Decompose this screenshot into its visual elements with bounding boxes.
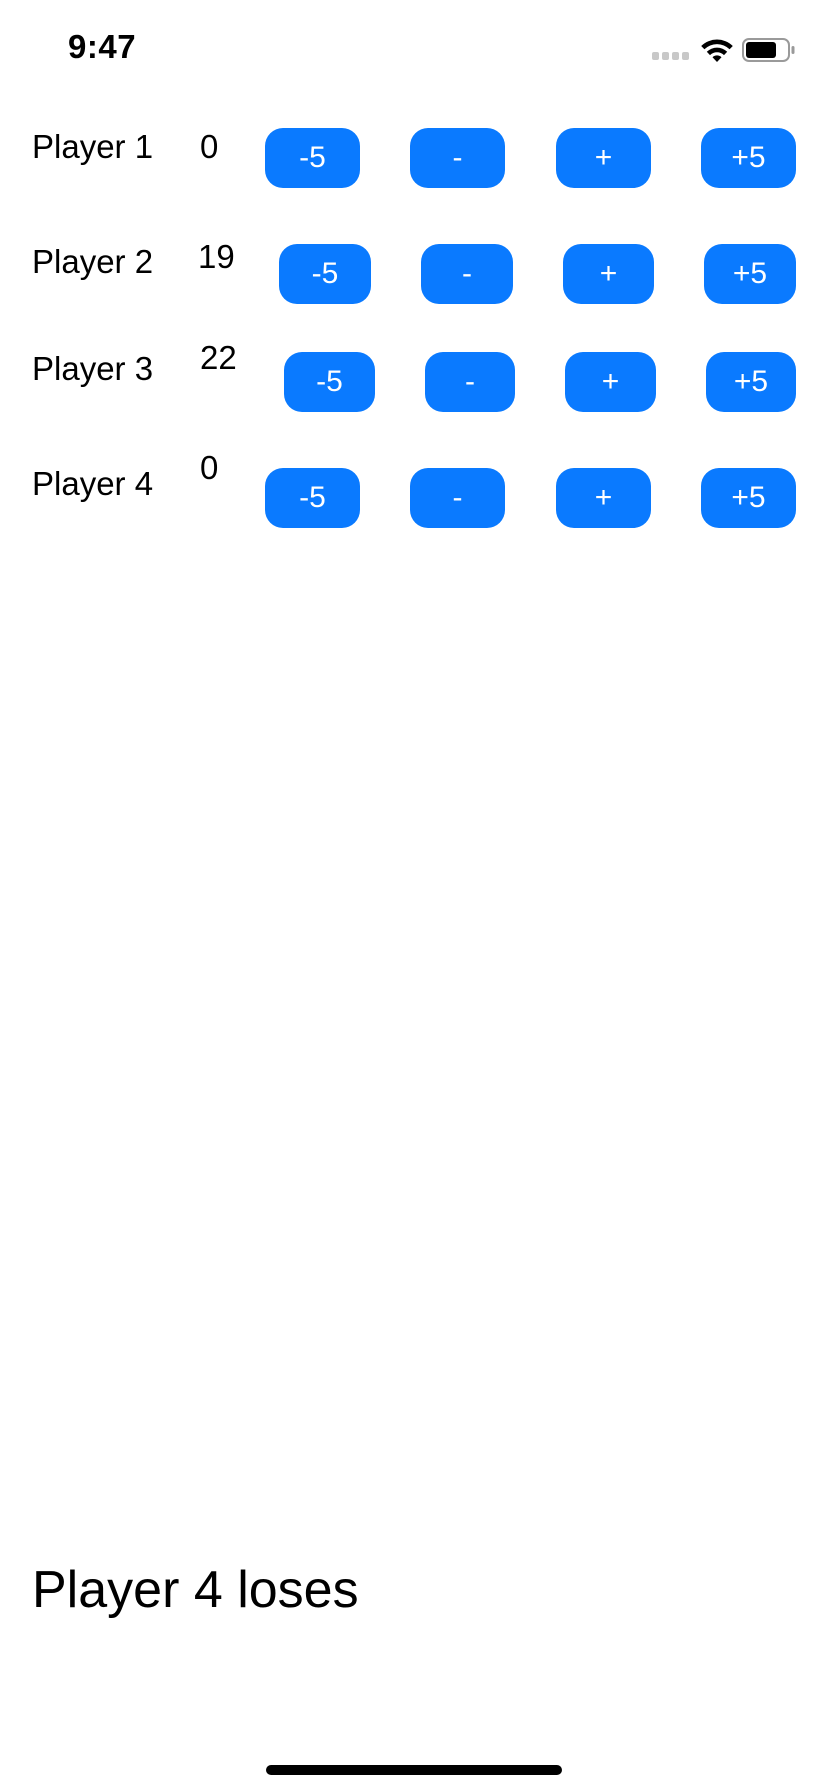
player-name: Player 1 [32,128,154,165]
minus-one-button[interactable]: - [425,352,515,412]
minus-five-button[interactable]: -5 [284,352,375,412]
player-score: 22 [200,339,237,376]
plus-five-button[interactable]: +5 [701,468,796,528]
player-score: 19 [198,238,235,275]
status-bar: 9:47 [0,0,828,100]
plus-one-button[interactable]: + [556,468,651,528]
minus-one-button[interactable]: - [410,468,505,528]
home-indicator[interactable] [266,1765,562,1775]
minus-one-button[interactable]: - [410,128,505,188]
player-name: Player 3 [32,350,154,387]
plus-one-button[interactable]: + [565,352,656,412]
plus-one-button[interactable]: + [563,244,654,304]
minus-five-button[interactable]: -5 [265,128,360,188]
cellular-dots-icon [652,52,692,62]
player-score: 0 [200,449,219,486]
player-score: 0 [200,128,219,165]
status-time: 9:47 [68,28,137,65]
minus-five-button[interactable]: -5 [279,244,371,304]
plus-five-button[interactable]: +5 [704,244,796,304]
player-name: Player 2 [32,243,154,280]
plus-one-button[interactable]: + [556,128,651,188]
plus-five-button[interactable]: +5 [701,128,796,188]
minus-one-button[interactable]: - [421,244,513,304]
minus-five-button[interactable]: -5 [265,468,360,528]
player-name: Player 4 [32,465,154,502]
plus-five-button[interactable]: +5 [706,352,796,412]
battery-icon [742,38,795,62]
wifi-icon [701,39,733,62]
result-message: Player 4 loses [32,1561,359,1619]
